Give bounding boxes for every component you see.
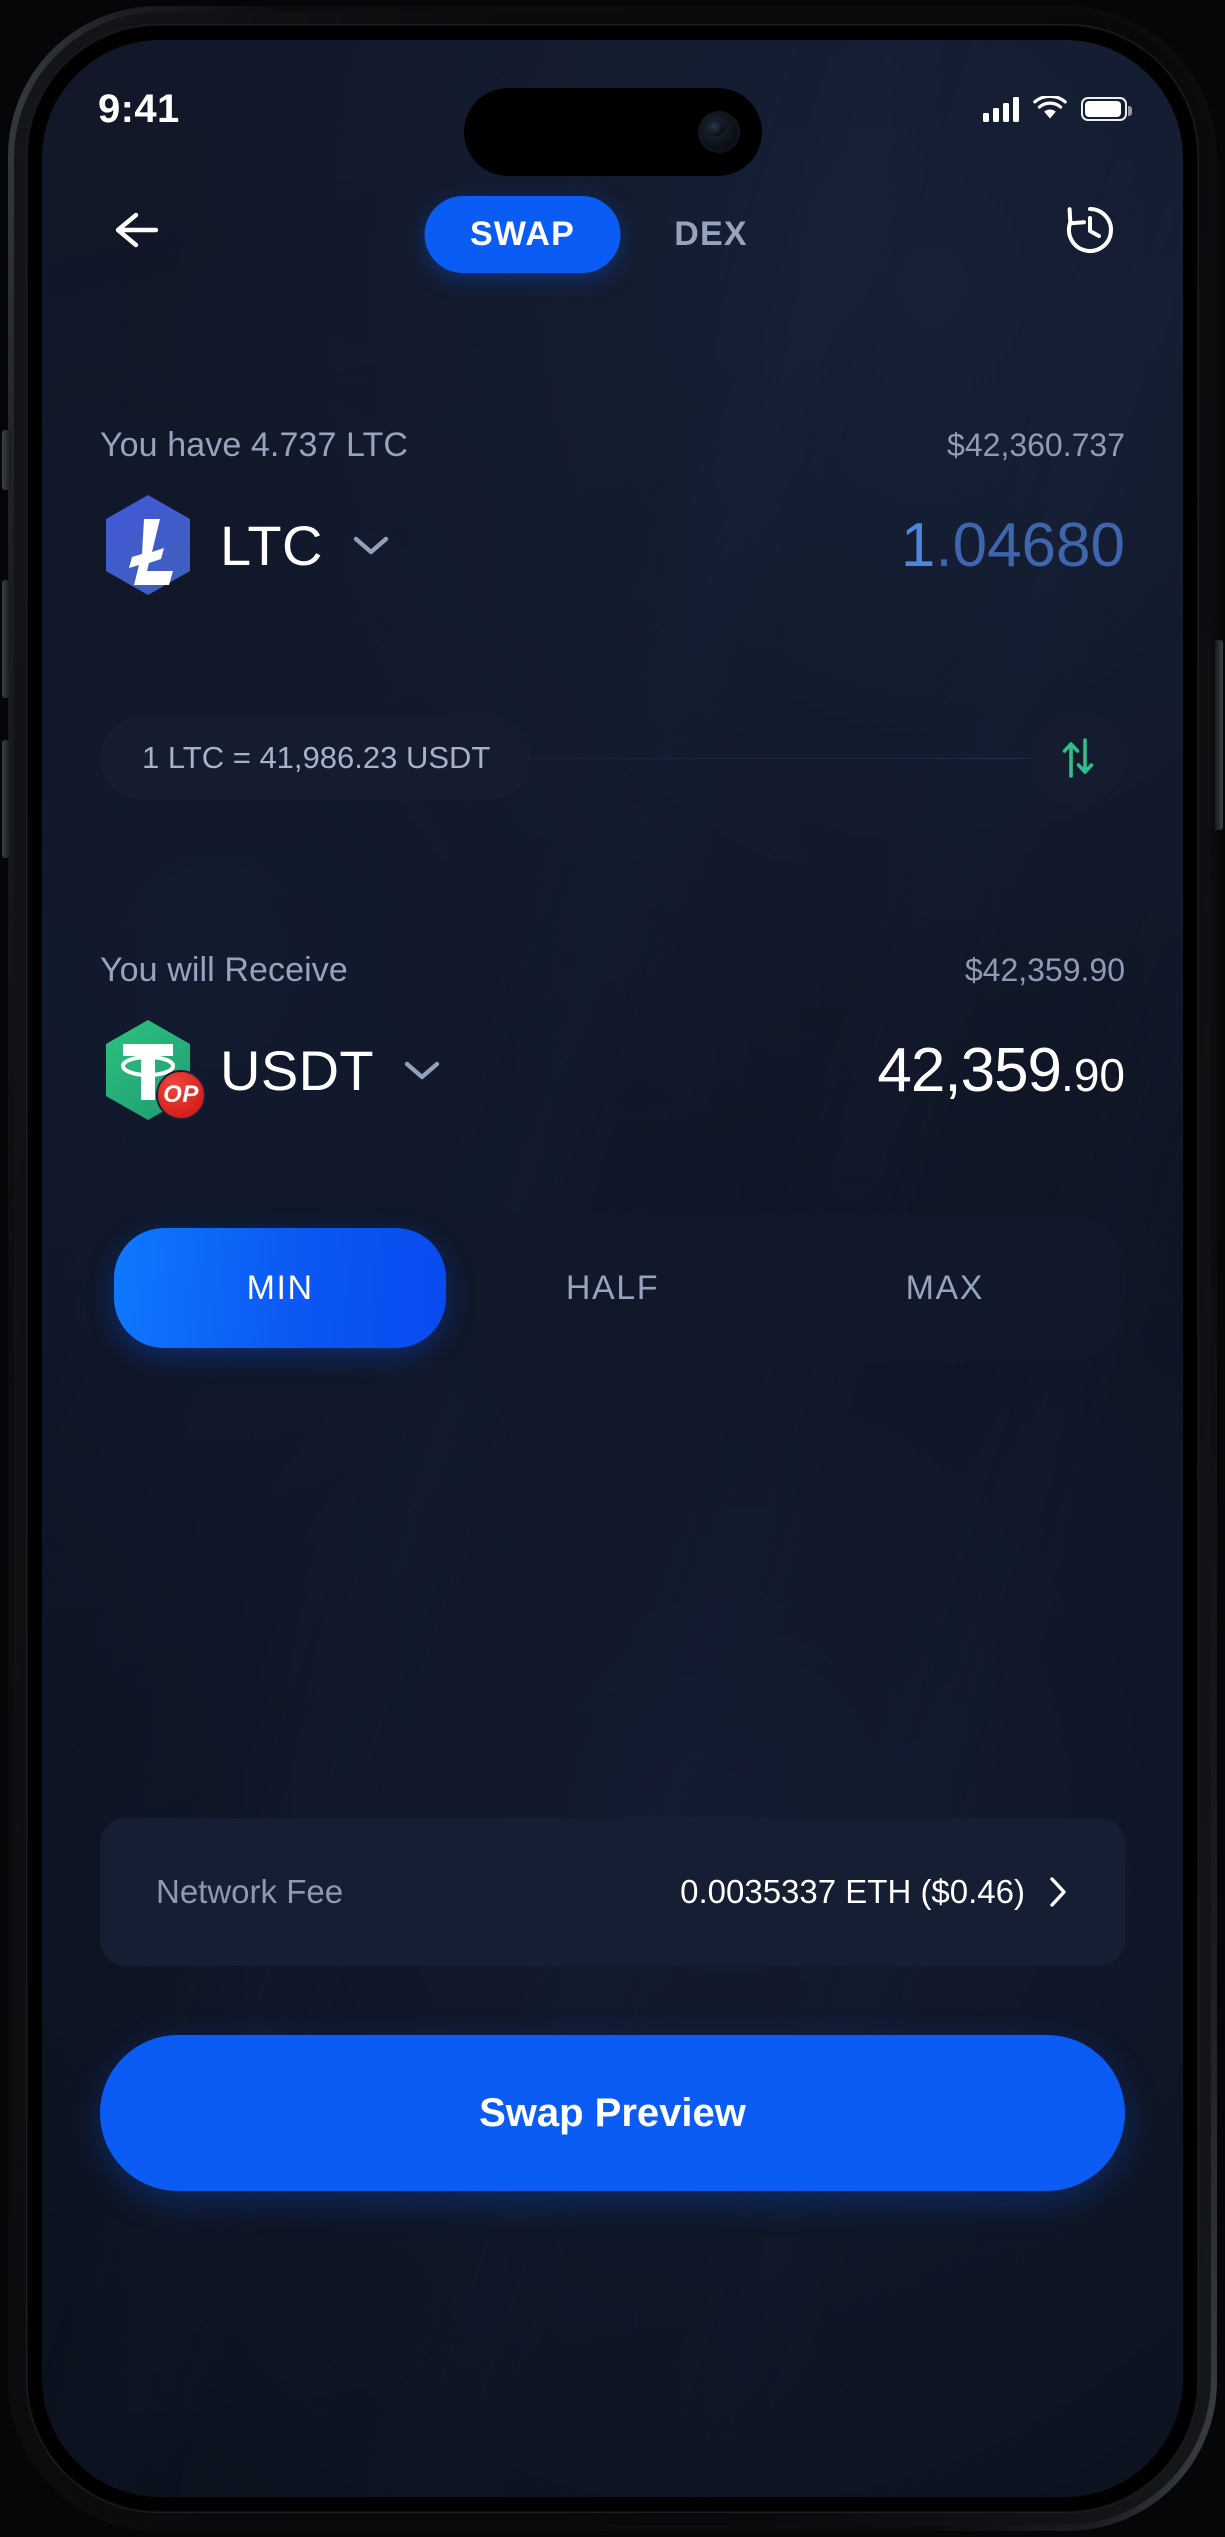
wifi-icon [1033, 96, 1067, 119]
from-fiat-value: $42,360.737 [947, 427, 1125, 463]
chevron-down-icon [404, 1061, 440, 1080]
back-arrow-icon [115, 212, 159, 248]
rate-connector-line [534, 757, 1033, 759]
status-bar-time: 9:41 [98, 86, 180, 131]
to-amount-dec: .90 [1061, 1048, 1125, 1101]
swap-vertical-arrows-icon [1062, 738, 1094, 778]
network-fee-value-group: 0.0035337 ETH ($0.46) [680, 1873, 1069, 1911]
to-fiat-value: $42,359.90 [964, 952, 1125, 988]
front-camera [697, 111, 740, 153]
percent-option-max[interactable]: MAX [779, 1228, 1111, 1348]
status-bar-indicators [983, 96, 1132, 122]
history-button[interactable] [1055, 195, 1125, 265]
to-token-symbol: USDT [220, 1038, 375, 1102]
history-clock-icon [1066, 207, 1113, 253]
exchange-rate-row: 1 LTC = 41,986.23 USDT [42, 711, 1183, 805]
back-button[interactable] [100, 194, 172, 266]
power-button[interactable] [1215, 640, 1223, 830]
network-fee-row[interactable]: Network Fee 0.0035337 ETH ($0.46) [100, 1818, 1125, 1966]
swap-direction-button[interactable] [1031, 711, 1125, 805]
signal-bars-icon [983, 96, 1019, 122]
balance-label: You have 4.737 LTC [100, 426, 409, 464]
exchange-rate-pill[interactable]: 1 LTC = 41,986.23 USDT [100, 716, 533, 800]
to-amount[interactable]: 42,359.90 [877, 1035, 1125, 1106]
from-token-symbol: LTC [220, 513, 323, 577]
swap-preview-button[interactable]: Swap Preview [100, 2035, 1125, 2191]
network-badge-op: OP [156, 1070, 206, 1120]
mode-tabs: SWAP DEX [424, 196, 801, 273]
from-amount-dec: .04680 [935, 510, 1125, 580]
to-labels-row: You will Receive $42,359.90 [42, 951, 1183, 990]
app-screen: 9:41 SWAP DEX You have 4.737 LTC $42,360… [42, 40, 1183, 2497]
from-token-row: LTC 1.04680 [42, 493, 1183, 597]
volume-up-button[interactable] [2, 580, 10, 698]
network-fee-label: Network Fee [156, 1873, 344, 1910]
receive-label: You will Receive [100, 951, 348, 989]
percent-option-min[interactable]: MIN [114, 1228, 447, 1348]
from-amount[interactable]: 1.04680 [901, 510, 1125, 581]
mute-switch[interactable] [2, 430, 11, 490]
litecoin-icon [100, 493, 196, 597]
percent-option-half[interactable]: HALF [446, 1228, 778, 1348]
battery-icon [1081, 97, 1132, 121]
from-token-selector[interactable]: LTC [100, 493, 391, 597]
swap-content: You have 4.737 LTC $42,360.737 LTC 1.046… [42, 280, 1183, 1362]
volume-down-button[interactable] [2, 740, 10, 858]
to-amount-int: 42,359 [877, 1035, 1062, 1105]
tab-dex[interactable]: DEX [621, 196, 801, 273]
tether-icon: OP [100, 1018, 206, 1122]
to-token-row: OP USDT 42,359.90 [42, 1018, 1183, 1122]
chevron-right-icon [1050, 1877, 1066, 1907]
network-fee-value: 0.0035337 ETH ($0.46) [680, 1873, 1025, 1910]
percent-selector: MIN HALF MAX [100, 1214, 1125, 1362]
to-token-selector[interactable]: OP USDT [100, 1018, 442, 1122]
tab-swap[interactable]: SWAP [424, 196, 621, 273]
from-amount-int: 1 [900, 510, 936, 580]
from-labels-row: You have 4.737 LTC $42,360.737 [42, 426, 1183, 465]
phone-screenshot: 9:41 SWAP DEX You have 4.737 LTC $42,360… [0, 0, 1225, 2537]
chevron-down-icon [353, 536, 389, 555]
top-navigation-bar: SWAP DEX [42, 180, 1183, 280]
dynamic-island [463, 88, 762, 176]
